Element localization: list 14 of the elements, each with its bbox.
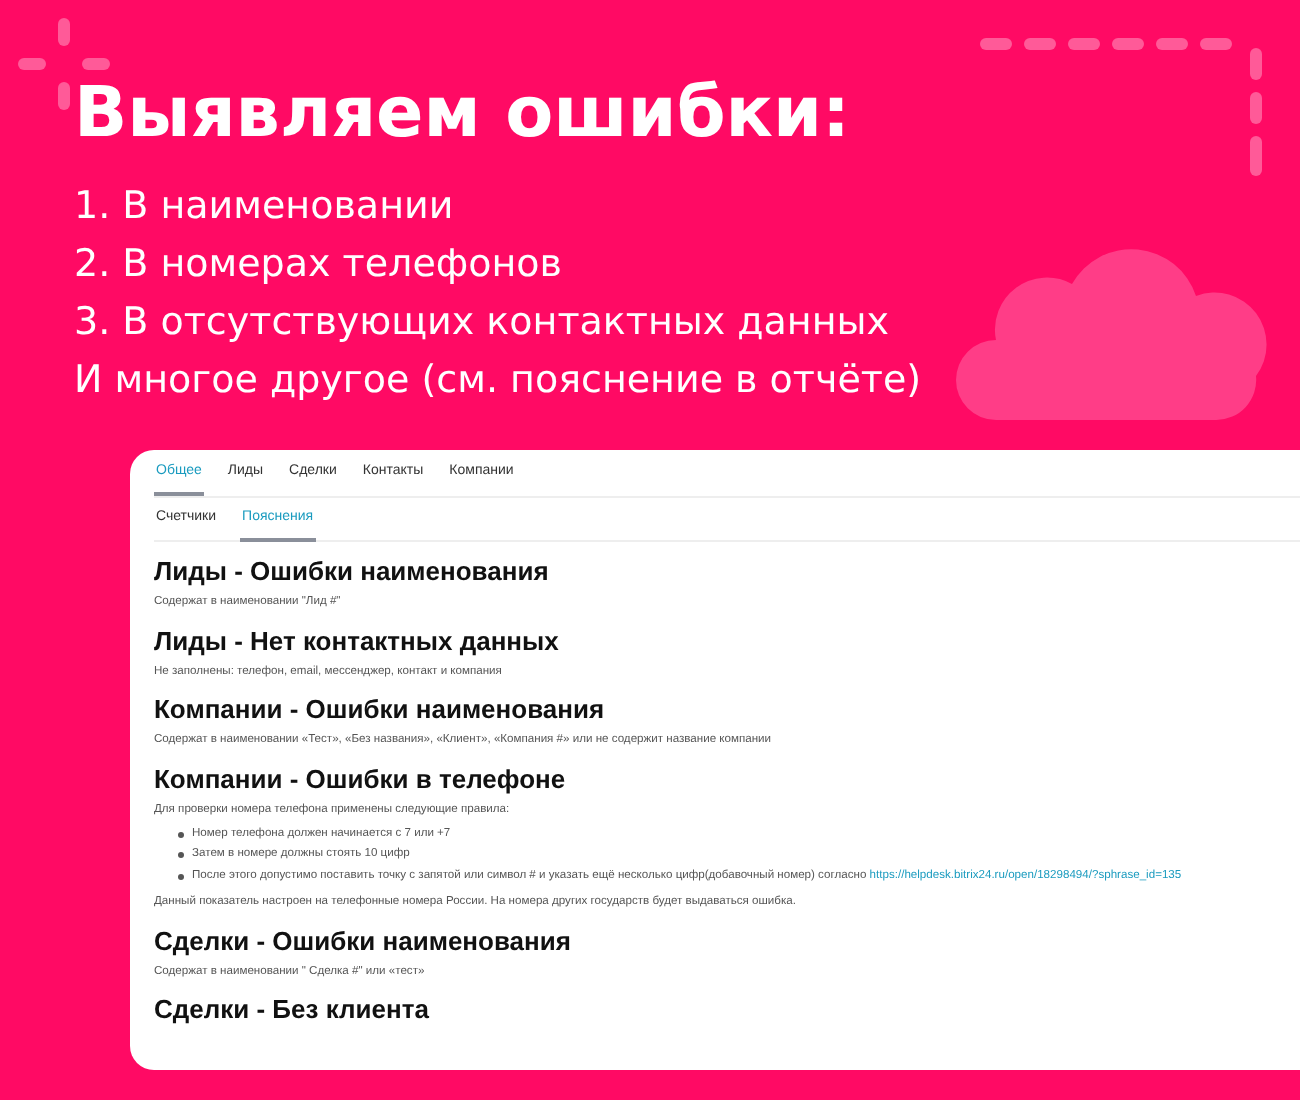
section-heading: Лиды - Нет контактных данных: [154, 627, 561, 654]
section-heading: Сделки - Без клиента: [154, 996, 431, 1023]
bullet-icon: [178, 831, 184, 838]
section-heading: Компании - Ошибки наименования: [154, 696, 607, 723]
point-text: 1. В наименовании: [74, 182, 454, 232]
bullet-icon: [178, 852, 184, 859]
bullet-icon: [178, 873, 184, 880]
section-heading: Сделки - Ошибки наименования: [154, 927, 573, 953]
point-text: 2. В номерах телефонов: [74, 240, 563, 290]
section-heading: Лиды - Ошибки наименования: [154, 558, 551, 584]
headline: Выявляем ошибки:: [74, 80, 853, 150]
point-text: И многое другое (см. пояснение в отчёте): [74, 356, 922, 406]
point-text: 3. В отсутствующих контактных данных: [74, 298, 890, 348]
section-heading: Компании - Ошибки в телефоне: [154, 766, 568, 793]
